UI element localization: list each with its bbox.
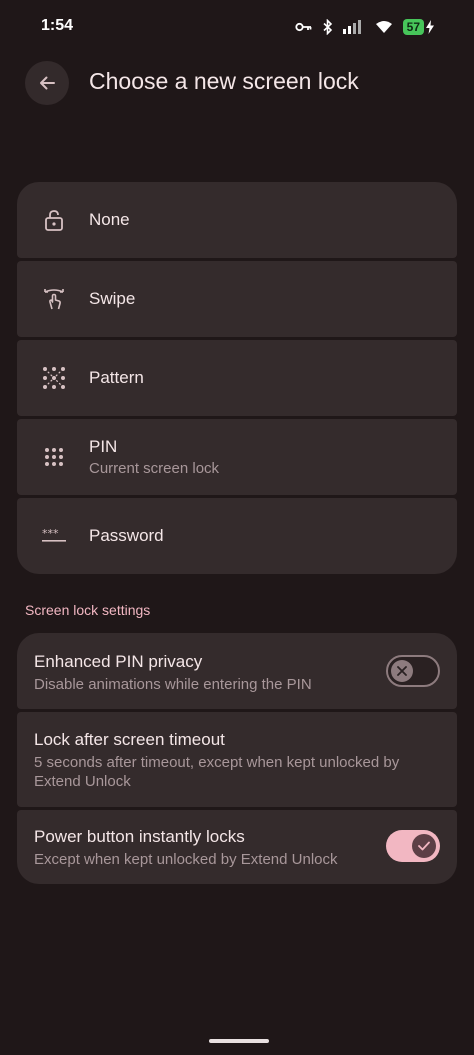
lock-options-list: None Swipe Pattern PIN Current screen lo… bbox=[17, 182, 457, 574]
option-text: Swipe bbox=[89, 289, 135, 309]
option-label: PIN bbox=[89, 437, 118, 456]
option-label: None bbox=[89, 210, 130, 229]
key-icon bbox=[295, 21, 313, 33]
setting-description: Disable animations while entering the PI… bbox=[34, 676, 312, 693]
section-header: Screen lock settings bbox=[25, 602, 151, 618]
option-label: Password bbox=[89, 526, 164, 545]
setting-title: Enhanced PIN privacy bbox=[34, 652, 203, 671]
gesture-navigation-bar[interactable] bbox=[209, 1039, 269, 1043]
option-swipe[interactable]: Swipe bbox=[17, 261, 457, 337]
option-text: None bbox=[89, 210, 130, 230]
enhanced-pin-privacy-toggle[interactable] bbox=[386, 655, 440, 687]
arrow-left-icon bbox=[40, 76, 55, 90]
battery-icon: 57 bbox=[402, 19, 434, 35]
wifi-icon bbox=[375, 20, 393, 34]
back-button[interactable] bbox=[25, 61, 69, 105]
password-icon: *** bbox=[41, 523, 67, 549]
pattern-icon bbox=[41, 365, 67, 391]
close-icon bbox=[397, 666, 407, 676]
option-text: Password bbox=[89, 526, 164, 546]
toggle-knob bbox=[412, 834, 436, 858]
power-button-locks-toggle[interactable] bbox=[386, 830, 440, 862]
option-label: Pattern bbox=[89, 368, 144, 387]
bluetooth-icon bbox=[323, 19, 333, 35]
option-pin[interactable]: PIN Current screen lock bbox=[17, 419, 457, 495]
pin-icon bbox=[41, 444, 67, 470]
option-password[interactable]: *** Password bbox=[17, 498, 457, 574]
option-none[interactable]: None bbox=[17, 182, 457, 258]
battery-level: 57 bbox=[402, 19, 424, 35]
setting-description: 5 seconds after timeout, except when kep… bbox=[34, 754, 400, 790]
charging-icon bbox=[426, 20, 434, 34]
setting-lock-after-timeout[interactable]: Lock after screen timeout 5 seconds afte… bbox=[17, 712, 457, 807]
page-title: Choose a new screen lock bbox=[89, 68, 359, 94]
status-time: 1:54 bbox=[41, 17, 74, 34]
svg-text:***: *** bbox=[42, 528, 59, 540]
lock-open-icon bbox=[41, 207, 67, 233]
setting-title: Lock after screen timeout bbox=[34, 730, 225, 749]
setting-title: Power button instantly locks bbox=[34, 827, 245, 846]
setting-power-button-locks[interactable]: Power button instantly locks Except when… bbox=[17, 810, 457, 884]
setting-enhanced-pin-privacy[interactable]: Enhanced PIN privacy Disable animations … bbox=[17, 633, 457, 709]
status-icons: 57 bbox=[295, 17, 434, 37]
status-bar: 1:54 57 bbox=[0, 0, 474, 52]
option-pattern[interactable]: Pattern bbox=[17, 340, 457, 416]
option-subtitle: Current screen lock bbox=[89, 460, 220, 477]
screen-lock-settings-list: Enhanced PIN privacy Disable animations … bbox=[17, 633, 457, 884]
signal-icon bbox=[342, 20, 365, 34]
setting-description: Except when kept unlocked by Extend Unlo… bbox=[34, 851, 338, 868]
option-text: PIN Current screen lock bbox=[89, 437, 219, 477]
swipe-icon bbox=[41, 286, 67, 312]
toggle-knob bbox=[391, 660, 413, 682]
option-label: Swipe bbox=[89, 289, 136, 308]
option-text: Pattern bbox=[89, 368, 144, 388]
check-icon bbox=[418, 841, 430, 851]
